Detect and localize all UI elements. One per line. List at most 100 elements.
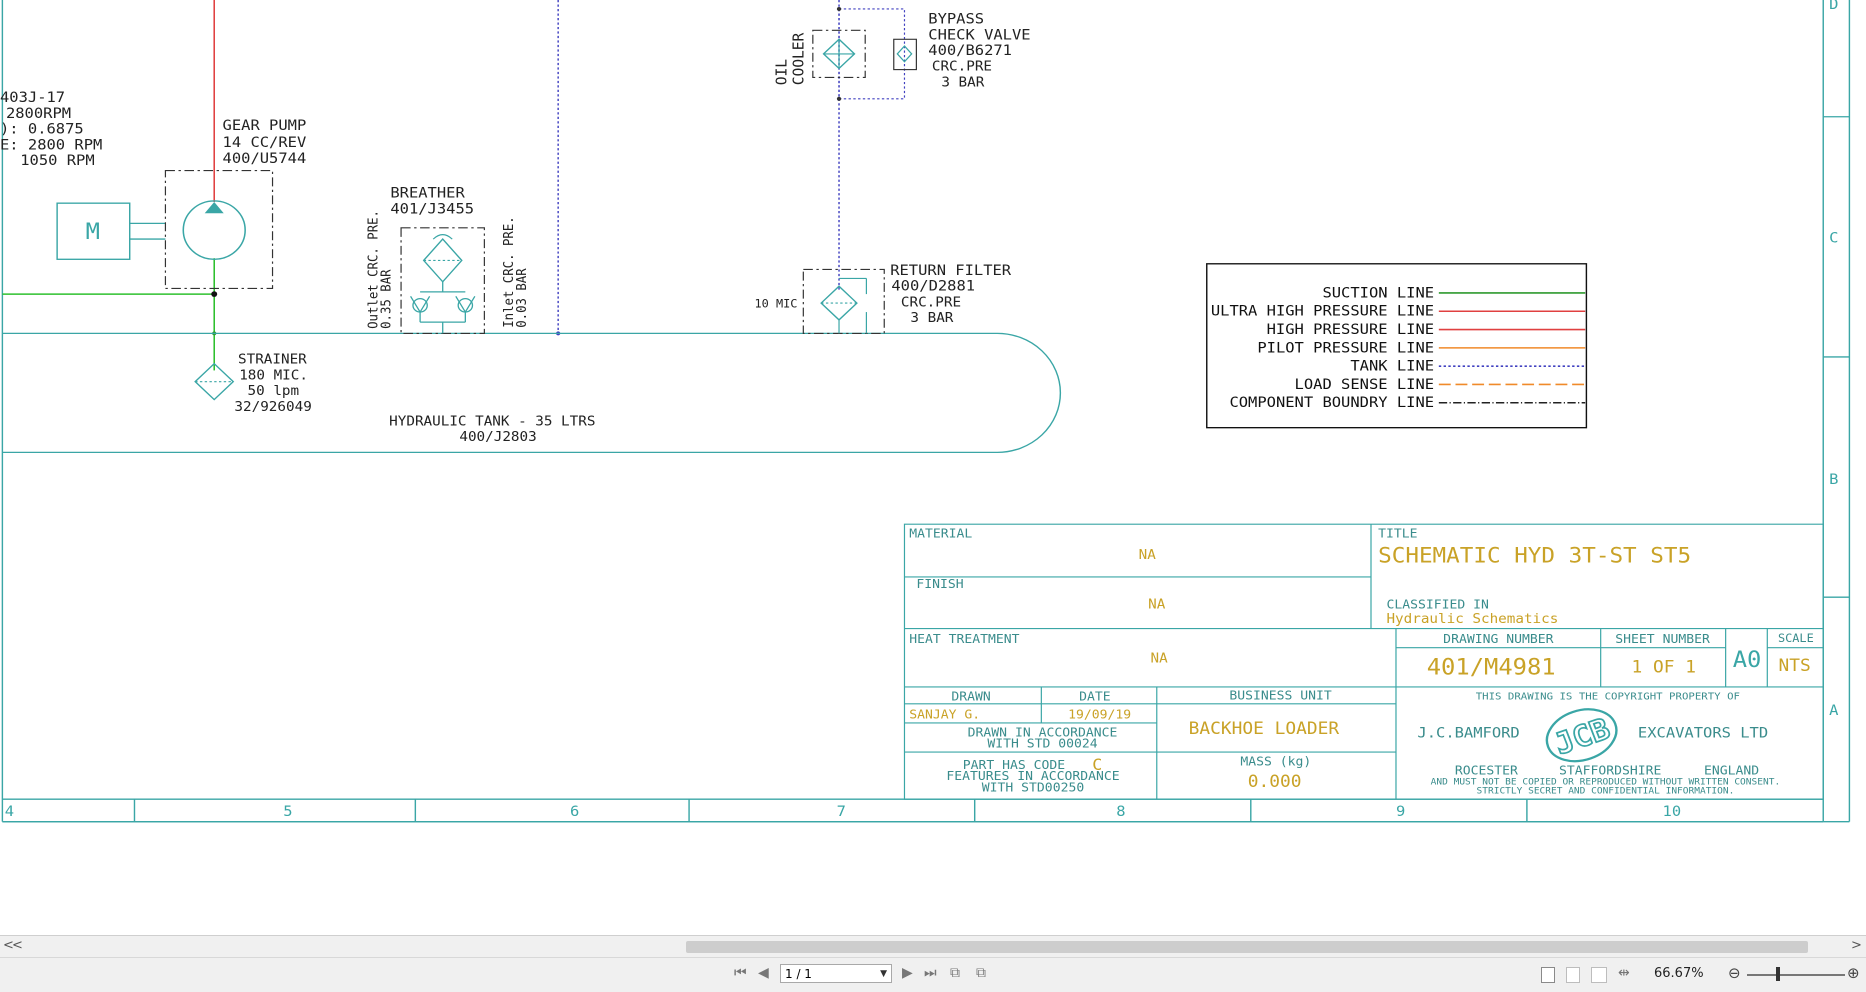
business-unit-value: BACKHOE LOADER (1189, 720, 1340, 739)
classified-value: Hydraulic Schematics (1386, 611, 1558, 627)
breather-outlet-label: 0.35 BAR (378, 269, 393, 329)
zone-label: 7 (837, 802, 846, 819)
legend-label: ULTRA HIGH PRESSURE LINE (1211, 302, 1434, 319)
last-page-icon[interactable]: ⏭ (924, 965, 937, 981)
zoom-level[interactable]: 66.67% (1654, 966, 1704, 981)
scroll-right-button[interactable]: > (1851, 938, 1862, 953)
classified-label: CLASSIFIED IN (1386, 597, 1488, 612)
zone-label: B (1829, 470, 1838, 487)
mass-label: MASS (kg) (1240, 754, 1311, 769)
breather-boundary (400, 227, 485, 334)
drawing-canvas[interactable]: 4 5 6 7 8 9 10 D C B A M 403J-17 2800RPM… (0, 0, 1866, 935)
zone-label: A (1829, 701, 1838, 718)
bypass-label: CRC.PRE (932, 59, 992, 75)
finish-label: FINISH (916, 577, 963, 592)
zone-label: 8 (1116, 802, 1125, 819)
date-label: DATE (1079, 689, 1111, 704)
single-page-view-icon[interactable] (1541, 967, 1555, 983)
jcb-logo: JCB (1545, 708, 1618, 763)
sheet-number-label: SHEET NUMBER (1615, 632, 1710, 647)
continuous-view-icon[interactable] (1566, 967, 1580, 983)
zoom-out-icon[interactable]: ⊖ (1728, 964, 1741, 982)
junction-dot (211, 291, 218, 297)
pump-boundary (164, 170, 274, 290)
zone-label: 10 (1663, 802, 1682, 819)
page-selector[interactable]: 1 / 1 ▼ (780, 964, 892, 983)
prev-page-icon[interactable]: ◀ (758, 965, 769, 981)
zone-label: 9 (1396, 802, 1405, 819)
motor-info: 1050 RPM (20, 151, 94, 168)
spread-view-icon[interactable]: ⇹ (1618, 965, 1630, 981)
first-page-icon[interactable]: ⏮ (734, 965, 747, 981)
two-page-view-icon[interactable] (1591, 967, 1607, 983)
suction-lines (2, 258, 215, 371)
zoom-slider-handle[interactable] (1776, 967, 1780, 981)
address-town: ROCESTER (1455, 763, 1518, 778)
sheet-number-value: 1 OF 1 (1632, 658, 1696, 677)
drawn-label: DRAWN (951, 689, 990, 704)
return-filter-label: CRC.PRE (901, 295, 961, 311)
return-filter-label: 400/D2881 (891, 277, 975, 294)
address-country: ENGLAND (1704, 763, 1759, 778)
zone-label: D (1829, 0, 1838, 13)
next-page-icon[interactable]: ▶ (902, 965, 913, 981)
gear-pump-label: GEAR PUMP (223, 117, 307, 134)
bypass-label: 3 BAR (941, 75, 985, 91)
zone-label: 4 (5, 802, 14, 819)
strainer-label: 180 MIC. (239, 368, 308, 384)
zone-label: 6 (570, 802, 579, 819)
mass-value: 0.000 (1248, 772, 1302, 791)
zoom-in-icon[interactable]: ⊕ (1847, 964, 1860, 982)
motor-label: M (86, 220, 100, 245)
material-label: MATERIAL (909, 526, 972, 541)
page-selector-value: 1 / 1 (785, 967, 812, 981)
component-labels: 403J-17 2800RPM ): 0.6875 E: 2800 RPM 10… (0, 10, 1031, 445)
return-filter-boundary (802, 268, 885, 334)
scale-value: NTS (1779, 657, 1811, 676)
drawing-number-value: 401/M4981 (1427, 655, 1556, 680)
oil-cooler-label: COOLER (789, 32, 808, 86)
drawing-number-label: DRAWING NUMBER (1443, 632, 1554, 647)
zoom-slider[interactable] (1747, 974, 1845, 976)
legend: SUCTION LINEULTRA HIGH PRESSURE LINEHIGH… (1206, 263, 1588, 429)
strainer-label: STRAINER (238, 352, 307, 368)
legend-label: LOAD SENSE LINE (1295, 375, 1435, 392)
date-value: 19/09/19 (1068, 707, 1131, 722)
legend-label: TANK LINE (1350, 357, 1434, 374)
chevron-down-icon: ▼ (880, 969, 887, 979)
title-block-values: NA NA NA SCHEMATIC HYD 3T-ST ST5 Hydraul… (909, 544, 1811, 792)
scrollbar-thumb[interactable] (686, 941, 1808, 953)
scroll-left-button[interactable]: < (12, 938, 23, 953)
strainer-label: 32/926049 (234, 399, 311, 415)
finish-value: NA (1148, 597, 1166, 613)
scale-label: SCALE (1778, 631, 1814, 645)
copy-pages-icon[interactable]: ⧉ (950, 965, 960, 981)
return-filter-label: 3 BAR (910, 311, 954, 327)
bypass-label: 400/B6271 (928, 41, 1012, 58)
horizontal-scrollbar[interactable]: < < > (0, 935, 1866, 958)
viewer-toolbar: ⏮ ◀ 1 / 1 ▼ ▶ ⏭ ⧉ ⧉ ⇹ 66.67% ⊖ ⊕ (0, 957, 1866, 992)
accordance-text: WITH STD 00024 (987, 736, 1098, 751)
zone-label: C (1829, 229, 1838, 246)
drawn-value: SANJAY G. (909, 707, 980, 722)
legend-label: PILOT PRESSURE LINE (1257, 339, 1434, 356)
notice-text: STRICTLY SECRET AND CONFIDENTIAL INFORMA… (1477, 786, 1735, 797)
tank-label: HYDRAULIC TANK - 35 LTRS (389, 414, 595, 430)
company-left: J.C.BAMFORD (1417, 724, 1519, 741)
breather-inlet-label: 0.03 BAR (514, 268, 529, 328)
junction-dot (836, 6, 842, 12)
company-right: EXCAVATORS LTD (1638, 724, 1768, 741)
gear-pump-label: 400/U5744 (223, 149, 307, 166)
strainer-label: 50 lpm (248, 383, 300, 399)
tank-label: 400/J2803 (459, 429, 536, 445)
part-code-text: WITH STD00250 (982, 780, 1084, 795)
paste-pages-icon[interactable]: ⧉ (976, 965, 986, 981)
address-county: STAFFORDSHIRE (1559, 763, 1661, 778)
heat-treatment-value: NA (1151, 651, 1169, 667)
legend-label: SUCTION LINE (1322, 284, 1434, 301)
breather-label: 401/J3455 (390, 200, 474, 217)
pump-arrow-icon (204, 202, 224, 214)
title-label: TITLE (1378, 526, 1417, 541)
bypass-valve-symbol (896, 45, 913, 63)
heat-treatment-label: HEAT TREATMENT (909, 632, 1020, 647)
